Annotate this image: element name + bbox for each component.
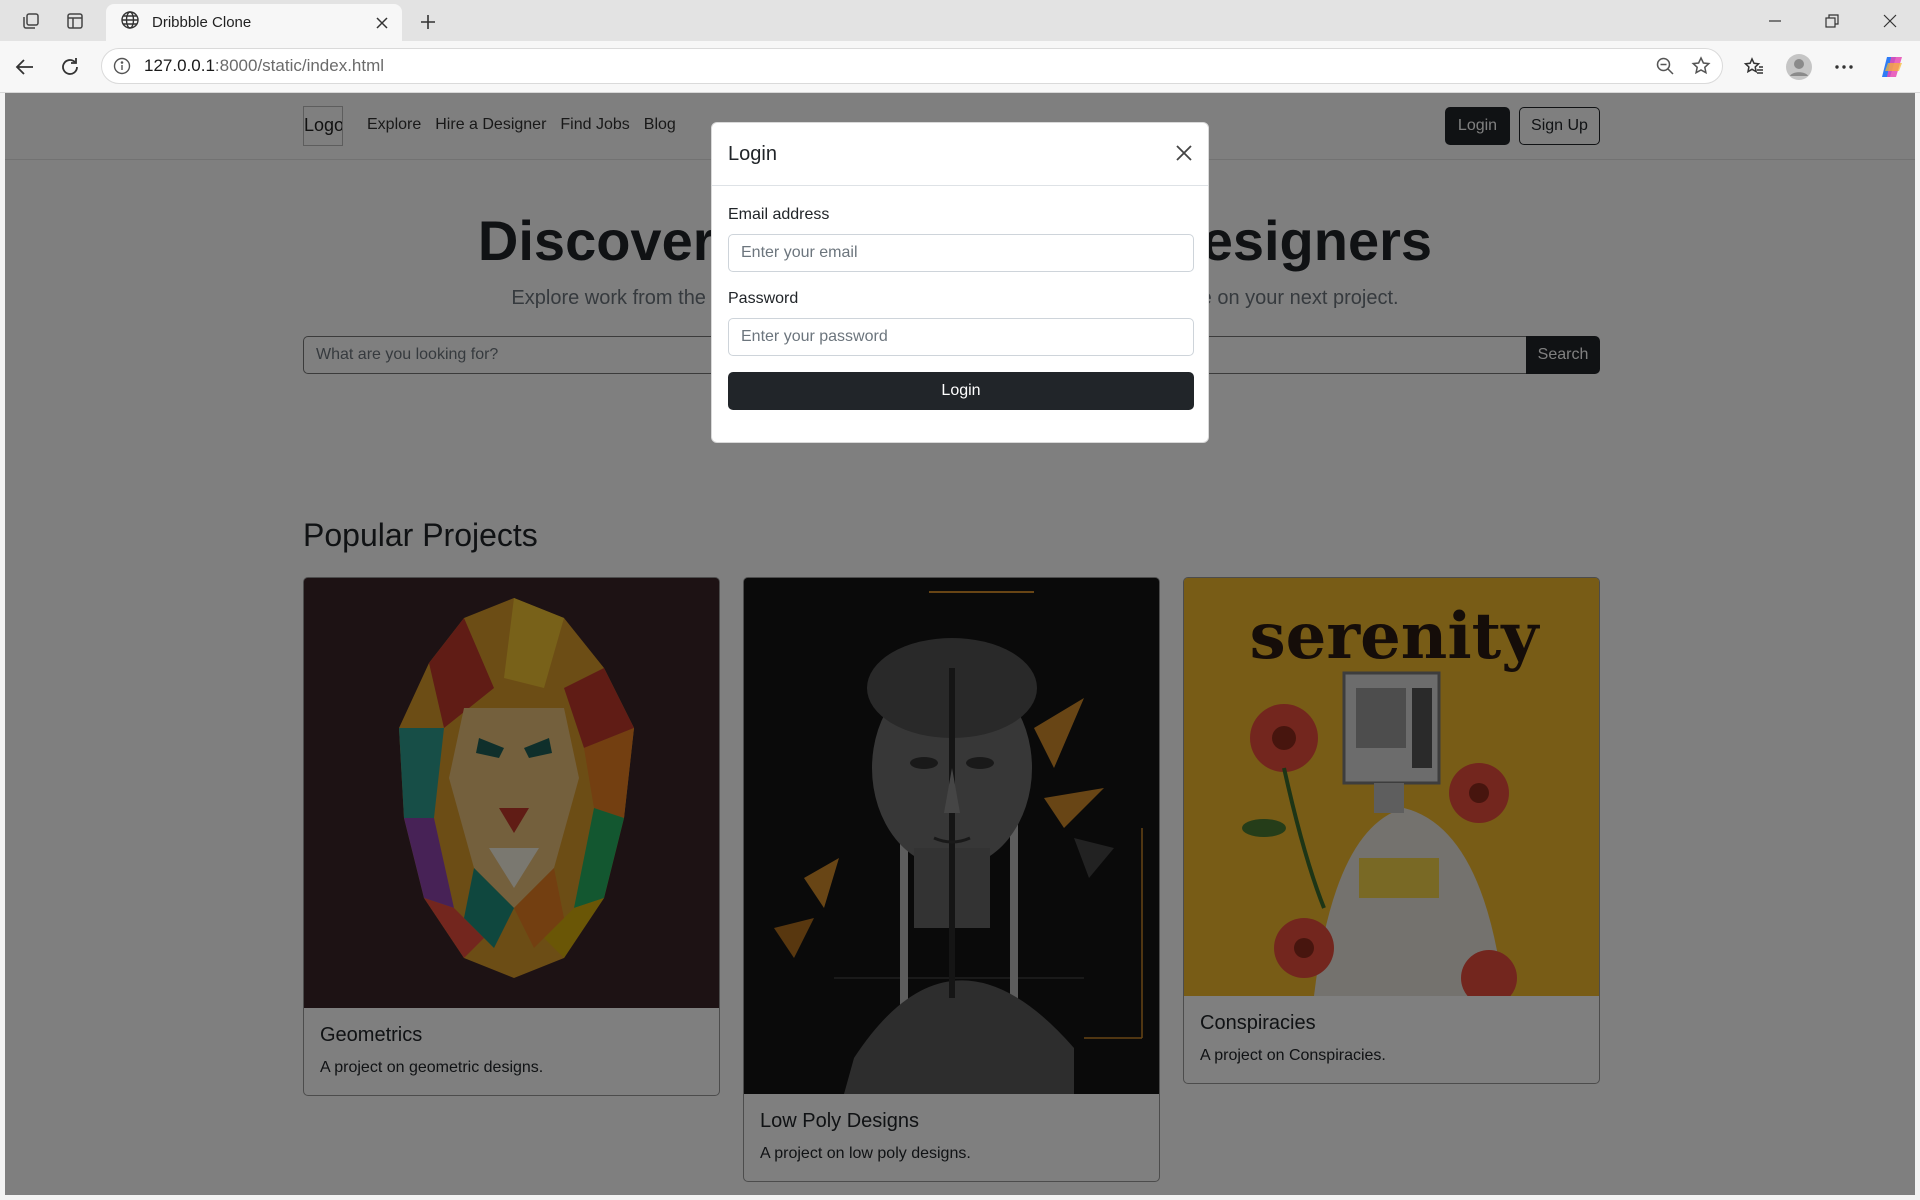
tab-title: Dribbble Clone: [152, 14, 252, 31]
workspaces-icon[interactable]: [18, 8, 44, 34]
email-label: Email address: [728, 206, 830, 223]
favorite-star-icon[interactable]: [1686, 51, 1716, 81]
vertical-tabs-icon[interactable]: [62, 8, 88, 34]
close-window-icon[interactable]: [1862, 0, 1918, 41]
globe-icon: [120, 10, 140, 35]
password-label: Password: [728, 290, 799, 307]
restore-icon[interactable]: [1804, 0, 1860, 41]
address-bar[interactable]: 127.0.0.1:8000/static/index.html: [101, 48, 1723, 84]
zoom-out-icon[interactable]: [1650, 51, 1680, 81]
minimize-icon[interactable]: [1747, 0, 1803, 41]
profile-avatar-icon[interactable]: [1784, 52, 1814, 82]
email-field[interactable]: [728, 234, 1194, 272]
site-info-icon[interactable]: [112, 56, 132, 76]
modal-title: Login: [728, 143, 777, 165]
more-options-icon[interactable]: [1829, 52, 1859, 82]
login-submit-button[interactable]: Login: [728, 372, 1194, 410]
browser-toolbar: 127.0.0.1:8000/static/index.html: [0, 41, 1920, 93]
new-tab-icon[interactable]: [414, 8, 442, 36]
browser-tab-active[interactable]: Dribbble Clone: [106, 4, 402, 41]
reload-icon[interactable]: [55, 52, 85, 82]
copilot-icon[interactable]: [1877, 52, 1907, 82]
back-icon[interactable]: [10, 52, 40, 82]
login-modal: Login Email address Password Login: [711, 122, 1209, 443]
browser-tab-bar: Dribbble Clone: [0, 0, 1920, 41]
modal-header: Login: [712, 123, 1208, 186]
close-tab-icon[interactable]: [370, 11, 394, 35]
password-field[interactable]: [728, 318, 1194, 356]
login-form: Email address Password Login: [712, 206, 1208, 410]
close-icon[interactable]: [1171, 140, 1197, 166]
favorites-icon[interactable]: [1739, 52, 1769, 82]
url-text: 127.0.0.1:8000/static/index.html: [144, 56, 385, 75]
